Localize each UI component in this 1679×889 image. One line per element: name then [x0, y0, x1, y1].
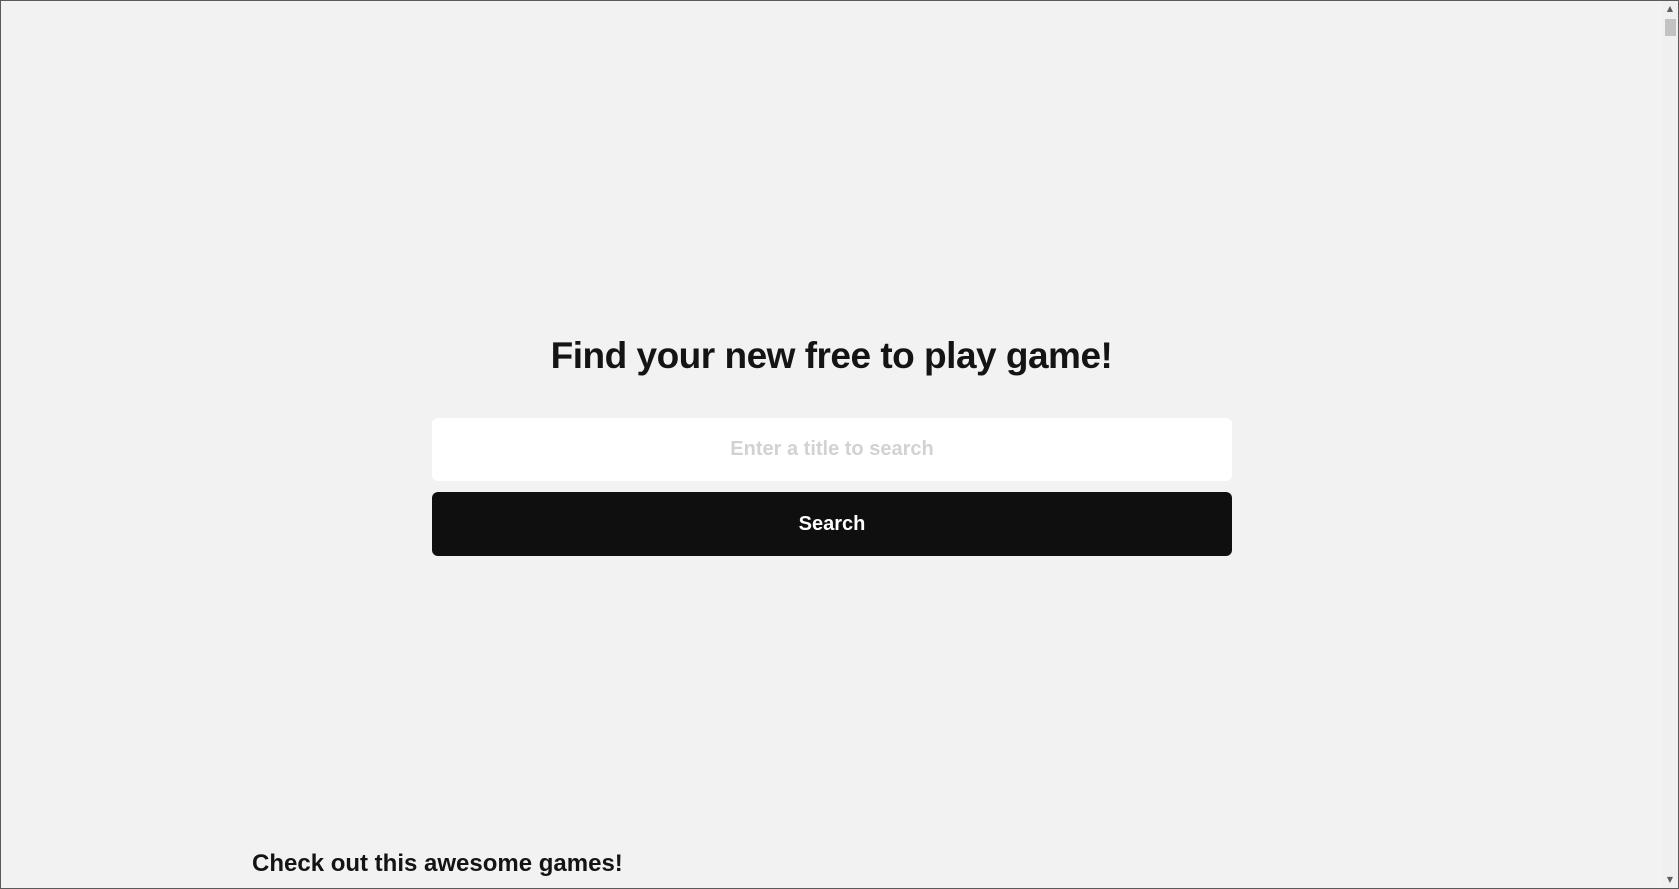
featured-games-title: Check out this awesome games!: [252, 850, 623, 877]
hero-section: Find your new free to play game! Search …: [1, 1, 1662, 888]
search-input[interactable]: [432, 418, 1232, 481]
search-button[interactable]: Search: [432, 492, 1232, 556]
page-title: Find your new free to play game!: [550, 335, 1113, 376]
scroll-down-arrow-icon[interactable]: ▼: [1662, 873, 1678, 887]
scroll-up-arrow-icon[interactable]: ▲: [1662, 2, 1678, 16]
scroll-thumb[interactable]: [1665, 19, 1676, 36]
browser-viewport: Find your new free to play game! Search …: [0, 0, 1679, 889]
vertical-scrollbar[interactable]: ▲ ▼: [1662, 1, 1678, 888]
